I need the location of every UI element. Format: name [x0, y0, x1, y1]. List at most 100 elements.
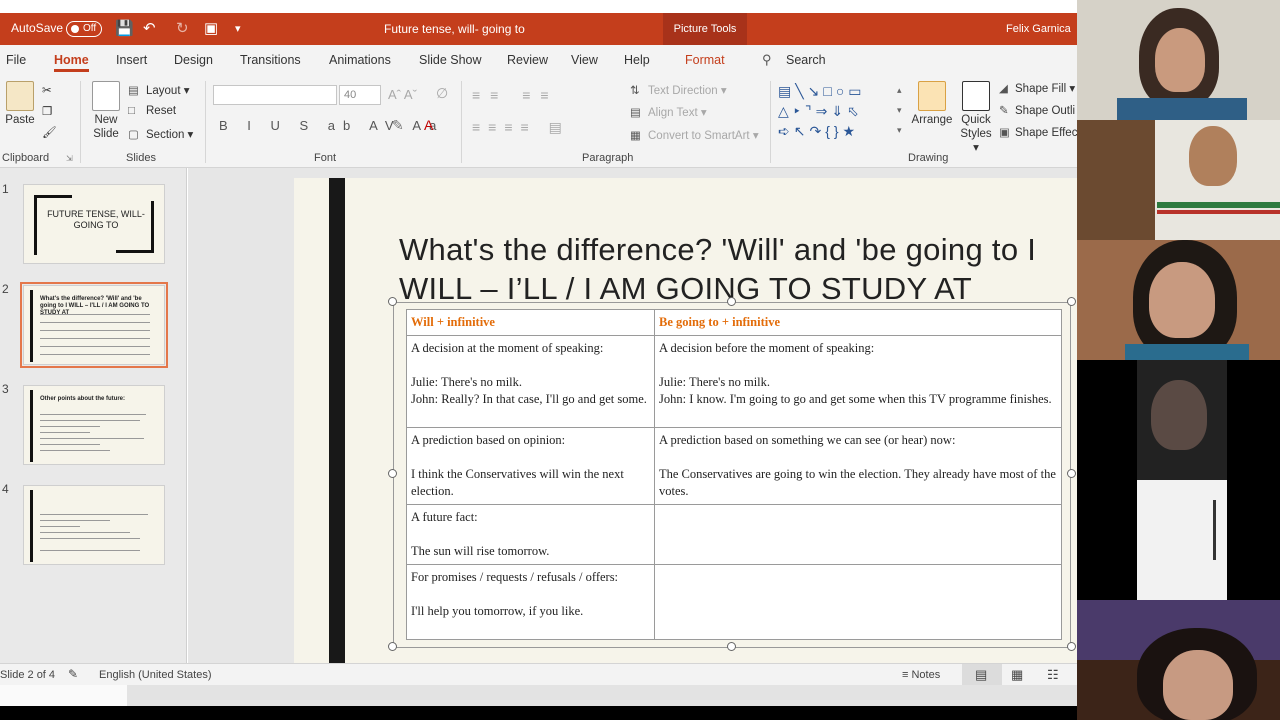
participant-video[interactable] — [1137, 360, 1227, 480]
resize-handle[interactable] — [727, 642, 736, 651]
table-cell[interactable]: A prediction based on opinion: I think t… — [406, 427, 655, 505]
text-direction-button[interactable]: ⇅ Text Direction ▾ — [630, 83, 727, 97]
participant-face — [1189, 126, 1237, 186]
resize-handle[interactable] — [727, 297, 736, 306]
undo-icon[interactable]: ↶ — [143, 20, 156, 38]
font-color-icon[interactable]: A — [424, 117, 433, 133]
thumbnail-number: 3 — [2, 382, 9, 396]
save-icon[interactable]: 💾 — [115, 20, 134, 38]
resize-handle[interactable] — [1067, 469, 1076, 478]
section-button[interactable]: ▢ Section ▾ — [128, 127, 193, 141]
cell-text: John: I know. I'm going to go and get so… — [659, 392, 1052, 406]
present-icon[interactable]: ▣ — [204, 20, 218, 38]
normal-view-icon[interactable]: ▤ — [975, 667, 987, 683]
format-painter-icon[interactable]: 🖌 — [42, 125, 57, 139]
participant-video[interactable] — [1077, 600, 1280, 720]
shapes-scroll-icon[interactable]: ▴ ▾ ▾ — [897, 80, 902, 140]
highlight-icon[interactable]: ✎ — [392, 117, 404, 134]
thumbnail-line — [40, 322, 150, 323]
convert-smartart-button[interactable]: ▦ Convert to SmartArt ▾ — [630, 128, 759, 142]
align-buttons[interactable]: ≡≡≡≡ ▤ — [472, 119, 570, 136]
table-cell[interactable] — [654, 564, 1062, 640]
layout-button[interactable]: ▤ Layout ▾ — [128, 83, 190, 97]
tab-help[interactable]: Help — [624, 53, 650, 67]
tab-insert[interactable]: Insert — [116, 53, 147, 67]
cell-text: I think the Conservatives will win the n… — [411, 467, 624, 498]
table-cell[interactable]: A future fact: The sun will rise tomorro… — [406, 504, 655, 565]
table-cell[interactable] — [654, 504, 1062, 565]
tab-view[interactable]: View — [571, 53, 598, 67]
resize-handle[interactable] — [1067, 297, 1076, 306]
resize-handle[interactable] — [388, 297, 397, 306]
clipboard-launcher-icon[interactable]: ⇲ — [66, 154, 73, 163]
cell-text: For promises / requests / refusals / off… — [411, 570, 619, 584]
resize-handle[interactable] — [388, 469, 397, 478]
slide-thumbnail-1[interactable]: FUTURE TENSE, WILL- GOING TO — [23, 184, 165, 264]
shape-effects-button[interactable]: ▣ Shape Effec — [999, 125, 1077, 139]
grow-font-icon[interactable]: Aˆ Aˇ — [388, 87, 417, 102]
participant-video[interactable] — [1077, 0, 1280, 120]
slide-thumbnail-3[interactable]: Other points about the future: — [23, 385, 165, 465]
cut-icon[interactable]: ✂ — [42, 83, 52, 97]
new-slide-button[interactable]: New Slide — [88, 81, 124, 141]
font-style-buttons[interactable]: B I U S ab AV Aa — [219, 118, 444, 133]
search-icon[interactable]: ⚲ — [762, 52, 772, 68]
quick-styles-label-1: Quick — [961, 114, 991, 126]
tab-slide-show[interactable]: Slide Show — [419, 53, 482, 67]
participant-video[interactable] — [1137, 480, 1227, 600]
comparison-table[interactable]: Will + infinitive Be going to + infiniti… — [406, 309, 1062, 640]
tab-file[interactable]: File — [6, 53, 26, 67]
reading-view-icon[interactable]: ☷ — [1047, 667, 1059, 683]
customize-quick-access-icon[interactable]: ▾ — [235, 20, 241, 38]
search-box[interactable]: Search — [786, 53, 826, 67]
participant-video[interactable] — [1077, 240, 1280, 360]
table-cell[interactable]: A decision before the moment of speaking… — [654, 335, 1062, 428]
participant-face — [1149, 262, 1215, 338]
quick-styles-button[interactable]: Quick Styles ▾ — [956, 81, 996, 155]
thumbnail-line — [40, 420, 140, 421]
tab-review[interactable]: Review — [507, 53, 548, 67]
align-text-button[interactable]: ▤ Align Text ▾ — [630, 105, 707, 119]
table-cell[interactable]: For promises / requests / refusals / off… — [406, 564, 655, 640]
slide-counter: Slide 2 of 4 — [0, 669, 56, 681]
thumbnail-line — [40, 526, 80, 527]
user-name[interactable]: Felix Garnica — [1006, 23, 1071, 35]
shape-outline-button[interactable]: ✎ Shape Outli — [999, 103, 1075, 117]
participant-video[interactable] — [1077, 120, 1280, 240]
paste-label: Paste — [5, 114, 35, 126]
thumbnail-number: 2 — [2, 282, 9, 296]
table-cell[interactable]: A decision at the moment of speaking: Ju… — [406, 335, 655, 428]
copy-icon[interactable]: ❐ — [42, 104, 52, 118]
slide-sorter-icon[interactable]: ▦ — [1011, 667, 1023, 683]
slides-group-label: Slides — [126, 152, 156, 164]
resize-handle[interactable] — [1067, 642, 1076, 651]
spellcheck-icon[interactable]: ✎ — [68, 667, 78, 681]
font-size-box[interactable]: 40 — [339, 85, 381, 105]
resize-handle[interactable] — [388, 642, 397, 651]
slide-thumbnail-2[interactable]: What's the difference? 'Will' and 'be go… — [20, 282, 168, 368]
paste-button[interactable]: Paste — [3, 81, 37, 127]
clear-formatting-icon[interactable]: ∅ — [436, 85, 448, 102]
cell-text: A prediction based on opinion: — [411, 433, 566, 447]
reset-button[interactable]: □ Reset — [128, 105, 176, 117]
tab-animations[interactable]: Animations — [329, 53, 391, 67]
table-cell[interactable]: A prediction based on something we can s… — [654, 427, 1062, 505]
font-name-box[interactable] — [213, 85, 337, 105]
arrange-label: Arrange — [911, 114, 953, 126]
paint-bucket-icon: ◢ — [999, 83, 1008, 95]
slide-thumbnail-4[interactable] — [23, 485, 165, 565]
shapes-gallery[interactable]: ▤╲↘□○▭ △‣⌝⇒⇓⬁ ➪↖↷{}★ — [778, 81, 908, 141]
notes-button[interactable]: ≡ Notes — [902, 669, 940, 681]
tab-transitions[interactable]: Transitions — [240, 53, 301, 67]
arrange-button[interactable]: Arrange — [910, 81, 954, 127]
tab-format[interactable]: Format — [685, 53, 725, 67]
list-buttons[interactable]: ≡≡ ≡≡ — [472, 87, 559, 103]
participant-clothing — [1157, 202, 1280, 208]
shape-fill-button[interactable]: ◢ Shape Fill ▾ — [999, 81, 1075, 95]
thumbnail-title: Other points about the future: — [40, 396, 125, 402]
tab-design[interactable]: Design — [174, 53, 213, 67]
language-indicator[interactable]: English (United States) — [99, 669, 212, 681]
tab-home[interactable]: Home — [54, 53, 89, 72]
autosave-toggle[interactable]: Off — [66, 21, 102, 37]
redo-icon[interactable]: ↻ — [176, 20, 189, 38]
